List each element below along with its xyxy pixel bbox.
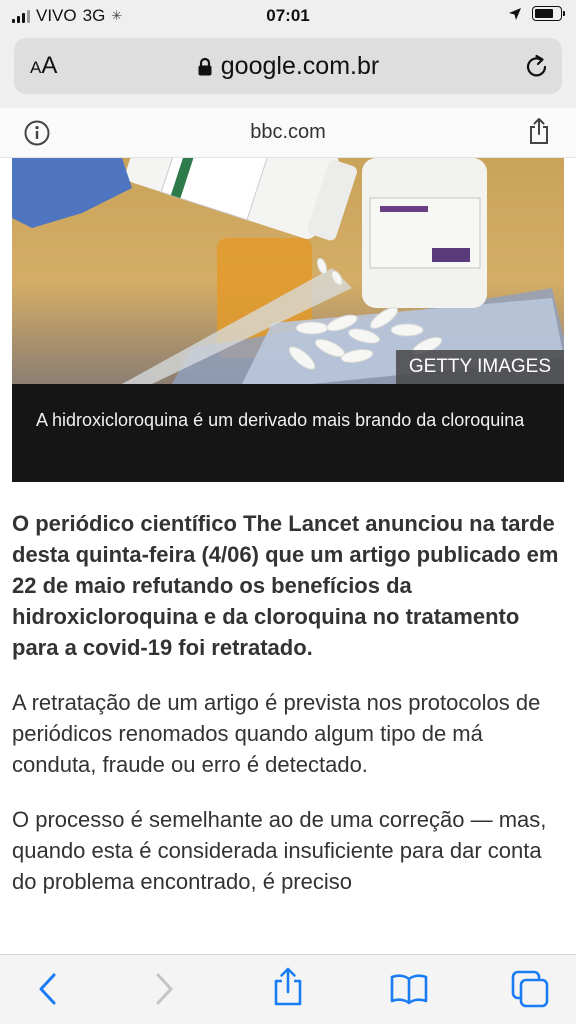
share-icon[interactable] <box>528 117 550 150</box>
address-bar[interactable]: AA google.com.br <box>14 38 562 94</box>
forward-icon[interactable] <box>154 971 176 1012</box>
image-credit: GETTY IMAGES <box>395 350 564 384</box>
lock-icon <box>197 57 213 77</box>
battery-level <box>535 9 553 18</box>
bookmarks-icon[interactable] <box>390 973 428 1010</box>
status-time: 07:01 <box>266 6 310 25</box>
site-info-bar: bbc.com <box>0 108 576 158</box>
article-body: O periódico científico The Lancet anunci… <box>12 508 564 921</box>
battery-icon <box>532 6 565 21</box>
image-caption-box: A hidroxicloroquina é um derivado mais b… <box>12 384 564 482</box>
browser-top-bar: AA google.com.br <box>0 32 576 108</box>
article-image: GETTY IMAGES <box>12 158 564 384</box>
article-lead: O periódico científico The Lancet anunci… <box>12 511 559 660</box>
article-paragraph: A retratação de um artigo é prevista nos… <box>12 690 541 777</box>
site-name: bbc.com <box>250 121 326 143</box>
location-arrow-icon <box>508 7 522 21</box>
image-caption: A hidroxicloroquina é um derivado mais b… <box>36 410 525 430</box>
back-icon[interactable] <box>36 971 58 1012</box>
tabs-icon[interactable] <box>510 969 550 1014</box>
url-text: google.com.br <box>220 52 380 80</box>
browser-toolbar <box>0 954 576 1024</box>
status-bar: VIVO 3G ✳ 07:01 <box>0 0 576 32</box>
article-paragraph: O processo é semelhante ao de uma correç… <box>12 807 547 894</box>
status-right <box>508 6 565 21</box>
share-icon[interactable] <box>272 967 304 1012</box>
reload-icon[interactable] <box>524 52 550 85</box>
url-display[interactable]: google.com.br <box>14 52 562 81</box>
